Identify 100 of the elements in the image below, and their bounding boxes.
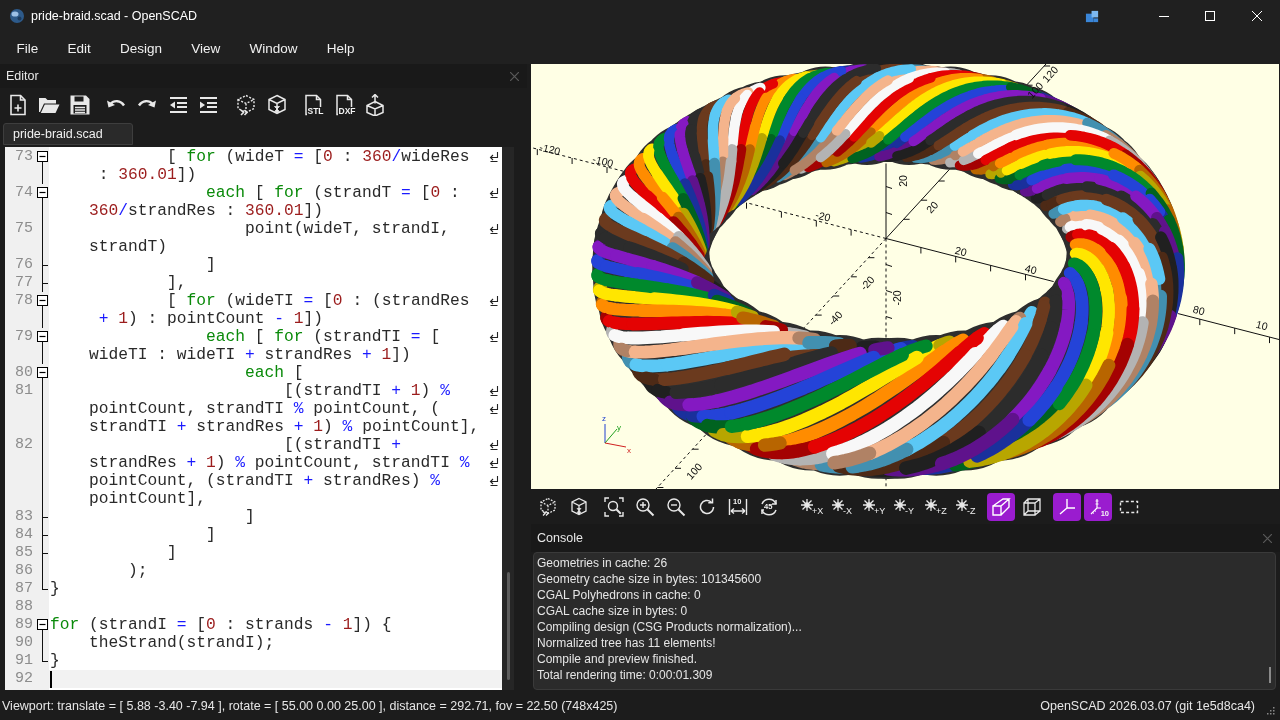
line-number: 79 [14,328,33,346]
line-number: 89 [14,616,33,634]
wrap-arrow-icon [489,331,499,343]
maximize-icon[interactable] [1205,11,1216,21]
asterisk-eye-icon[interactable] [862,497,876,512]
line-number: 76 [14,256,33,274]
code-line: ], [167,274,187,292]
code-line: 360/strandRes : 360.01]) [89,202,324,220]
scale-label: 80 [1191,302,1207,318]
code-line: strandT) [89,238,167,256]
scale-label: 20 [897,175,909,187]
code-line: } [50,580,60,598]
axis-letter: x [627,445,631,455]
scale-label: -40 [825,308,845,328]
line-number: 81 [14,382,33,400]
wrap-arrow-icon [489,385,499,397]
wrap-arrow-icon [489,295,499,307]
collapse-icon[interactable] [37,151,48,162]
file-tab[interactable]: pride-braid.scad [3,123,133,145]
line-number: 86 [14,562,33,580]
view-direction-button[interactable]: -X [828,492,856,521]
wrap-arrow-icon [489,151,499,163]
code-line: ] [206,256,216,274]
app-logo-icon [9,8,25,24]
console-line: Compiling design (CSG Products normalization)... [537,619,803,635]
wrap-arrow-icon [489,475,499,487]
menu-item[interactable]: Help [312,40,369,56]
code-line: each [ for (strandT = [0 : [206,184,460,202]
code-line: [(strandTI + 1) % [284,382,450,400]
panel-title: Editor [6,69,39,83]
version-text: OpenSCAD 2026.03.07 (git 1e5d8ca4) [1040,699,1255,713]
scale-label: -120 [538,140,562,158]
asterisk-eye-icon[interactable] [831,497,845,512]
code-line: strandTI + strandRes + 1) % pointCount], [89,418,480,436]
line-number: 78 [14,292,33,310]
code-line: ] [245,508,255,526]
line-number: 74 [14,184,33,202]
wrap-arrow-icon [489,457,499,469]
menu-item[interactable]: Edit [52,40,106,56]
scale-label: 100 [683,460,705,482]
code-line: ] [206,526,216,544]
collapse-icon[interactable] [37,619,48,630]
line-number: 75 [14,220,33,238]
console-line: Geometry cache size in bytes: 101345600 [537,571,763,587]
viewport-status-text: Viewport: translate = [ 5.88 -3.40 -7.94 ], rotate = [ 55.00 0.00 25.00 ], distance = 292.71, fov = 22.50 (748x425) [2,699,618,713]
axis-letter: z [602,413,606,423]
scrollbar-track[interactable] [502,147,514,690]
scrollbar-thumb[interactable] [506,572,510,680]
code-line: [(strandTI + [284,436,402,454]
code-line: for (strandI = [0 : strands - 1]) { [50,616,392,634]
line-number: 84 [14,526,33,544]
dashed-rectangle-icon[interactable] [1119,499,1139,514]
code-line: ); [128,562,148,580]
asterisk-eye-icon[interactable] [800,497,814,512]
line-number: 92 [14,670,33,688]
text-caret [50,670,52,688]
collapse-icon[interactable] [37,295,48,306]
console-line: Normalized tree has 11 elements! [537,635,717,651]
view-direction-button[interactable]: -Z [952,492,980,521]
console-line: CGAL Polyhedrons in cache: 0 [537,587,702,603]
scale-label: 20 [923,198,941,216]
line-number: 77 [14,274,33,292]
wrap-arrow-icon [489,403,499,415]
asterisk-eye-icon[interactable] [893,497,907,512]
scale-label: -100 [591,152,615,170]
wrap-arrow-icon [489,223,499,235]
asterisk-eye-icon[interactable] [924,497,938,512]
scale-label: 100 [1024,79,1046,101]
menu-item[interactable]: View [176,40,235,56]
resize-grip-icon[interactable] [1267,707,1275,715]
export-button[interactable]: DXF [329,90,359,120]
wrap-arrow-icon [489,187,499,199]
3d-viewport[interactable]: -120 -100 120 100 20 20 -20 20 40 -20 -20 -40 80 10 100 z y x [531,64,1279,489]
view-direction-button[interactable]: +Y [859,492,887,521]
menu-item[interactable]: Window [234,40,313,56]
scrollbar-thumb[interactable] [1269,667,1271,683]
scale-label: -20 [814,208,832,224]
code-editor[interactable] [5,147,514,690]
code-line: pointCount], [89,490,207,508]
axis-letter: y [617,422,621,432]
code-line: } [50,652,60,670]
view-direction-button[interactable]: +Z [921,492,949,521]
view-direction-button[interactable]: -Y [890,492,918,521]
line-number: 87 [14,580,33,598]
export-button[interactable]: STL [298,90,328,120]
window-title: pride-braid.scad - OpenSCAD [31,9,198,23]
asterisk-eye-icon[interactable] [955,497,969,512]
code-line: theStrand(strandI); [89,634,275,652]
code-line: pointCount, strandTI % pointCount, ( [89,400,441,418]
menu-item[interactable]: File [2,40,53,56]
collapse-icon[interactable] [37,331,48,342]
menu-item[interactable]: Design [105,40,177,56]
tile-grid-icon[interactable] [1085,8,1101,24]
view-direction-button[interactable]: +X [797,492,825,521]
code-line: strandRes + 1) % pointCount, strandTI % [89,454,470,472]
scale-label: -20 [891,290,903,306]
collapse-icon[interactable] [37,187,48,198]
collapse-icon[interactable] [37,367,48,378]
panel-title: Console [537,531,583,545]
line-number: 73 [14,148,33,166]
